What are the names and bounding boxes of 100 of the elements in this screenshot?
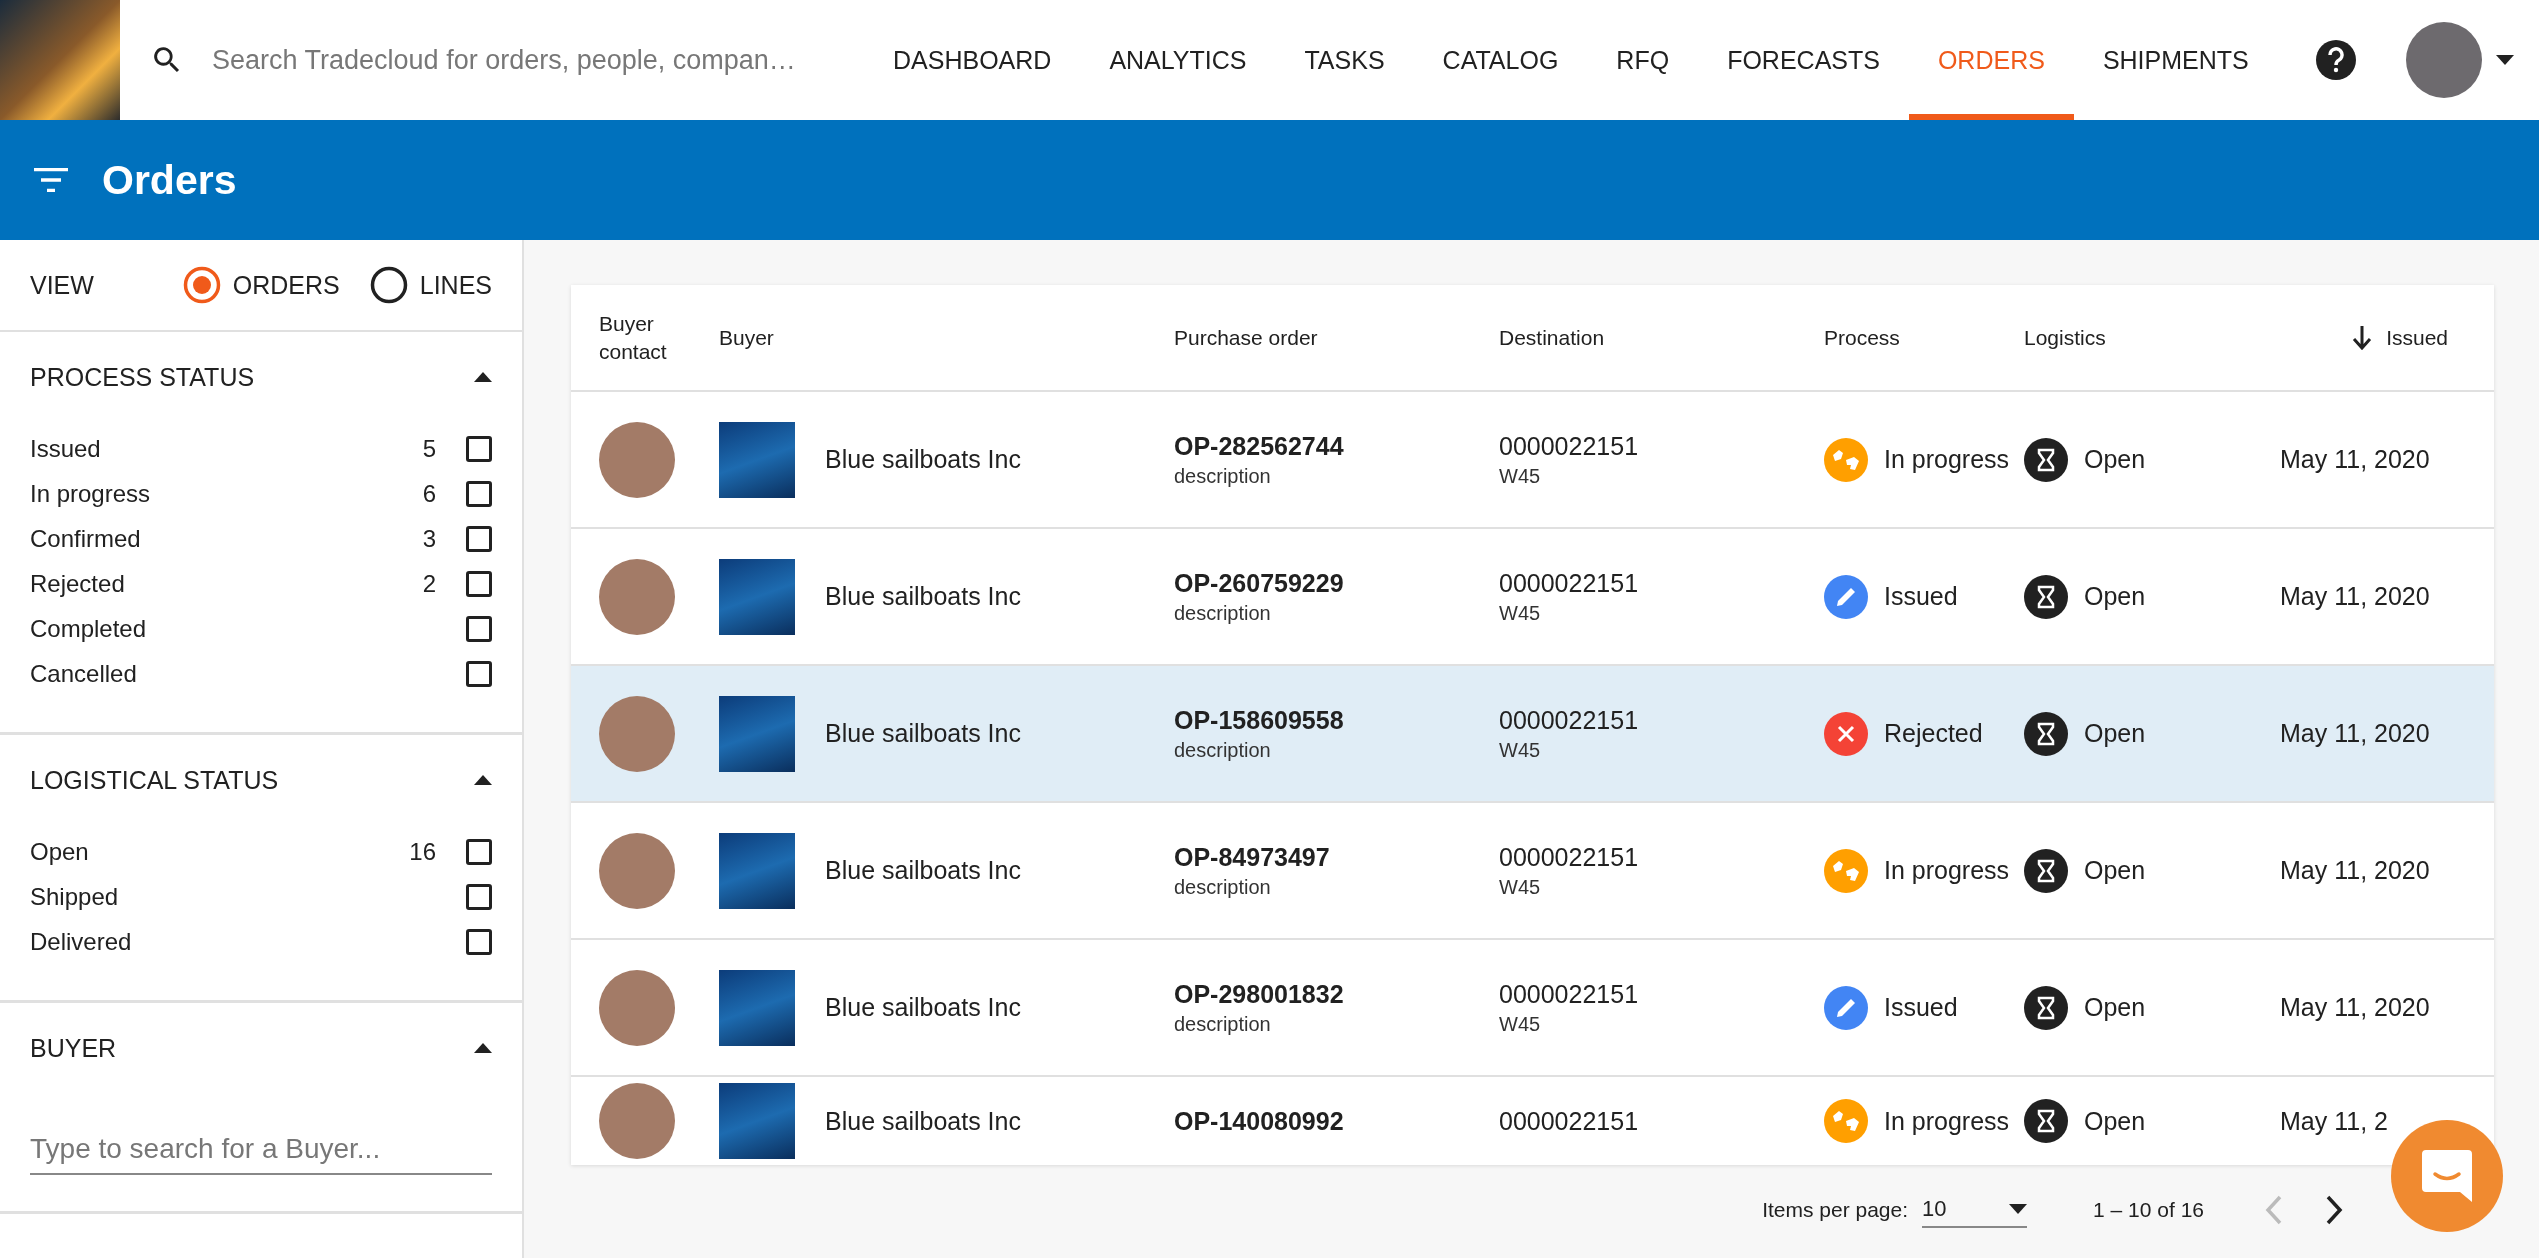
column-header[interactable]: Logistics bbox=[2024, 323, 2106, 352]
collapse-icon[interactable] bbox=[474, 372, 492, 382]
checkbox[interactable] bbox=[466, 615, 492, 642]
filter-label: Completed bbox=[30, 614, 148, 643]
order-description: description bbox=[1174, 1012, 1272, 1036]
column-header[interactable]: Destination bbox=[1499, 323, 1605, 352]
table-row[interactable]: Blue sailboats Inc OP-282562744 description 0000022151 W45 In progress Open May 11, 2020 bbox=[571, 392, 2494, 529]
filter-label: In progress bbox=[30, 479, 152, 508]
delivery-week: W45 bbox=[1499, 464, 1542, 488]
logistics-status: Open bbox=[2084, 856, 2146, 885]
filter-label: Cancelled bbox=[30, 659, 138, 688]
buyer-name: Blue sailboats Inc bbox=[825, 582, 1021, 611]
destination-code: 0000022151 bbox=[1499, 842, 1639, 872]
order-number[interactable]: OP-298001832 bbox=[1174, 979, 1344, 1009]
column-header[interactable]: Buyer contact bbox=[599, 310, 689, 365]
process-status: In progress bbox=[1884, 1106, 2010, 1136]
collapse-icon[interactable] bbox=[474, 775, 492, 785]
process-status: Rejected bbox=[1884, 719, 1983, 748]
column-header[interactable]: Issued bbox=[2386, 323, 2448, 352]
process-status: In progress bbox=[1884, 856, 2010, 885]
process-status: Issued bbox=[1884, 993, 1958, 1022]
nav-tab[interactable]: CATALOG bbox=[1413, 0, 1588, 120]
arrow-down-icon[interactable] bbox=[2352, 325, 2373, 350]
logistics-status: Open bbox=[2084, 993, 2146, 1022]
nav-tab[interactable]: TASKS bbox=[1275, 0, 1414, 120]
page-size-dropdown[interactable]: 10 bbox=[1922, 1192, 2028, 1228]
checkbox[interactable] bbox=[466, 570, 492, 597]
destination-code: 0000022151 bbox=[1499, 705, 1639, 735]
nav-tab[interactable]: FORECASTS bbox=[1698, 0, 1909, 120]
order-description: description bbox=[1174, 601, 1272, 625]
table-row[interactable]: Blue sailboats Inc OP-140080992 0000022151 In progress Open May 11, 2 bbox=[571, 1077, 2494, 1165]
destination-code: 0000022151 bbox=[1499, 1106, 1639, 1136]
nav-tab[interactable]: RFQ bbox=[1587, 0, 1699, 120]
filter-count: 2 bbox=[421, 569, 436, 598]
buyer-name: Blue sailboats Inc bbox=[825, 445, 1021, 474]
checkbox[interactable] bbox=[466, 838, 492, 865]
order-number[interactable]: OP-282562744 bbox=[1174, 431, 1344, 461]
issued-date: May 11, 2020 bbox=[2280, 445, 2430, 474]
caret-icon bbox=[2009, 1204, 2028, 1214]
table-row[interactable]: Blue sailboats Inc OP-158609558 description 0000022151 W45 Rejected Open May 11, 2020 bbox=[571, 666, 2494, 803]
checkbox[interactable] bbox=[466, 435, 492, 462]
table-row[interactable]: Blue sailboats Inc OP-84973497 description 0000022151 W45 In progress Open May 11, 2020 bbox=[571, 803, 2494, 940]
filter-count: 6 bbox=[421, 479, 436, 508]
column-header[interactable]: Buyer bbox=[719, 323, 774, 352]
column-header[interactable]: Purchase order bbox=[1174, 323, 1318, 352]
buyer-name: Blue sailboats Inc bbox=[825, 856, 1021, 885]
logistics-status: Open bbox=[2084, 445, 2146, 474]
destination-code: 0000022151 bbox=[1499, 979, 1639, 1009]
view-option[interactable]: ORDERS bbox=[182, 266, 340, 304]
order-description: description bbox=[1174, 464, 1272, 488]
order-description: description bbox=[1174, 738, 1272, 762]
filter-label: Shipped bbox=[30, 882, 120, 911]
process-status: In progress bbox=[1884, 445, 2010, 474]
checkbox[interactable] bbox=[466, 525, 492, 552]
order-number[interactable]: OP-84973497 bbox=[1174, 842, 1330, 872]
filter-label: Delivered bbox=[30, 927, 133, 956]
logistics-status: Open bbox=[2084, 1106, 2146, 1136]
destination-code: 0000022151 bbox=[1499, 568, 1639, 598]
radio-icon[interactable] bbox=[182, 266, 221, 304]
nav-tab[interactable]: SHIPMENTS bbox=[2073, 0, 2278, 120]
view-option[interactable]: LINES bbox=[369, 266, 492, 304]
checkbox[interactable] bbox=[466, 660, 492, 687]
next-page-button[interactable] bbox=[2324, 1194, 2344, 1226]
table-row[interactable]: Blue sailboats Inc OP-260759229 description 0000022151 W45 Issued Open May 11, 2020 bbox=[571, 529, 2494, 666]
destination-code: 0000022151 bbox=[1499, 431, 1639, 461]
process-status: Issued bbox=[1884, 582, 1958, 611]
filter-label: Issued bbox=[30, 434, 102, 463]
filter-count: 16 bbox=[408, 837, 436, 866]
order-number[interactable]: OP-158609558 bbox=[1174, 705, 1344, 735]
filter-icon[interactable] bbox=[34, 168, 68, 192]
view-label: VIEW bbox=[30, 270, 95, 300]
filter-label: Open bbox=[30, 837, 90, 866]
issued-date: May 11, 2020 bbox=[2280, 993, 2430, 1022]
nav-tab[interactable]: ANALYTICS bbox=[1080, 0, 1276, 120]
buyer-name: Blue sailboats Inc bbox=[825, 993, 1021, 1022]
order-number[interactable]: OP-260759229 bbox=[1174, 568, 1344, 598]
checkbox[interactable] bbox=[466, 883, 492, 910]
nav-tab[interactable]: DASHBOARD bbox=[864, 0, 1081, 120]
page-title: Orders bbox=[102, 156, 237, 204]
table-row[interactable]: Blue sailboats Inc OP-298001832 description 0000022151 W45 Issued Open May 11, 2020 bbox=[571, 940, 2494, 1077]
items-per-page-label: Items per page: bbox=[1762, 1198, 1909, 1222]
search-field[interactable]: Search Tradecloud for orders, people, compan… bbox=[212, 44, 862, 76]
filter-label: Confirmed bbox=[30, 524, 142, 553]
radio-icon[interactable] bbox=[369, 266, 408, 304]
issued-date: May 11, 2 bbox=[2280, 1106, 2388, 1136]
buyer-name: Blue sailboats Inc bbox=[825, 719, 1021, 748]
filter-count: 5 bbox=[421, 434, 436, 463]
buyer-name: Blue sailboats Inc bbox=[825, 1106, 1021, 1136]
collapse-icon[interactable] bbox=[474, 1043, 492, 1053]
order-number[interactable]: OP-140080992 bbox=[1174, 1106, 1344, 1136]
column-header[interactable]: Process bbox=[1824, 323, 1900, 352]
help-icon[interactable] bbox=[2315, 40, 2356, 80]
checkbox[interactable] bbox=[466, 480, 492, 507]
issued-date: May 11, 2020 bbox=[2280, 719, 2430, 748]
order-description: description bbox=[1174, 875, 1272, 899]
chat-bubble-icon bbox=[2420, 1148, 2474, 1204]
delivery-week: W45 bbox=[1499, 1012, 1542, 1036]
caret-icon[interactable] bbox=[2495, 55, 2514, 65]
checkbox[interactable] bbox=[466, 928, 492, 955]
filter-label: Rejected bbox=[30, 569, 126, 598]
